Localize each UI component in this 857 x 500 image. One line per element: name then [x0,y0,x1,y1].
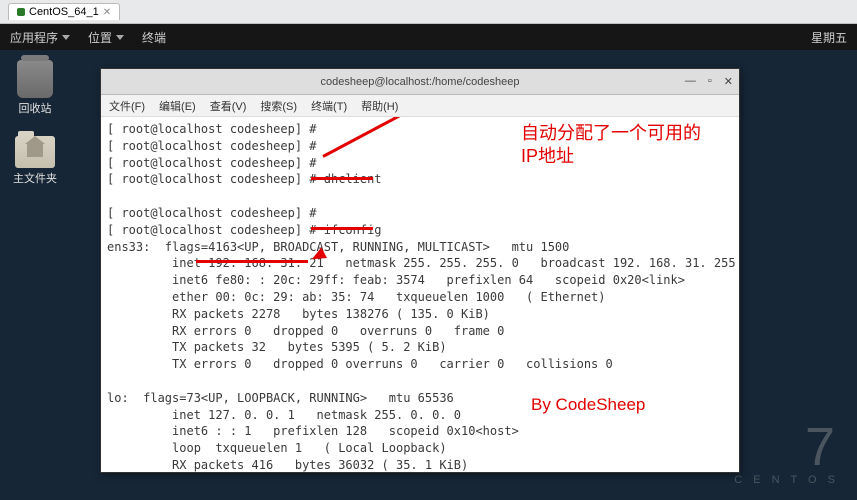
day-label: 星期五 [811,29,847,46]
window-controls: — ▫ ✕ [685,75,733,88]
chevron-down-icon [62,35,70,40]
vmware-tab-bar: CentOS_64_1 ✕ [0,0,857,24]
terminal-label: 终端 [142,29,166,46]
trash-icon [17,60,53,98]
home-icon [27,144,43,157]
menu-edit[interactable]: 编辑(E) [159,98,196,114]
annotation-byline: By CodeSheep [531,393,645,417]
watermark-7: 7 [734,420,839,474]
vm-tab-label: CentOS_64_1 [29,6,99,18]
underline-dhclient [311,177,373,180]
terminal-body[interactable]: [ root@localhost codesheep] # [ root@loc… [101,117,739,472]
home-folder-launcher[interactable]: 主文件夹 [10,136,60,186]
centos-watermark: 7 C E N T O S [734,420,839,486]
gnome-top-bar: 应用程序 位置 终端 星期五 [0,24,857,50]
underline-ip [196,260,308,263]
guest-desktop: 应用程序 位置 终端 星期五 回收站 主文件夹 7 C E N T O S [0,24,857,500]
vm-power-icon [17,8,25,16]
menu-search[interactable]: 搜索(S) [260,98,297,114]
clock-day[interactable]: 星期五 [811,29,847,46]
watermark-centos: C E N T O S [734,474,839,486]
menu-applications[interactable]: 应用程序 [10,29,70,46]
terminal-output: [ root@localhost codesheep] # [ root@loc… [107,122,736,472]
minimize-button[interactable]: — [685,75,696,88]
annotation-callout: 自动分配了一个可用的IP地址 [521,122,701,169]
underline-ifconfig [311,227,373,230]
terminal-titlebar[interactable]: codesheep@localhost:/home/codesheep — ▫ … [101,69,739,95]
maximize-button[interactable]: ▫ [708,75,712,88]
annotation-arrow-line [322,117,526,158]
chevron-down-icon [116,35,124,40]
menu-help[interactable]: 帮助(H) [361,98,398,114]
trash-icon-launcher[interactable]: 回收站 [10,60,60,116]
folder-icon [15,136,55,168]
terminal-window: codesheep@localhost:/home/codesheep — ▫ … [100,68,740,473]
menu-terminal[interactable]: 终端 [142,29,166,46]
tab-close-icon[interactable]: ✕ [103,7,111,18]
close-button[interactable]: ✕ [724,75,733,88]
home-label: 主文件夹 [13,170,57,186]
menu-places[interactable]: 位置 [88,29,124,46]
applications-label: 应用程序 [10,29,58,46]
menu-file[interactable]: 文件(F) [109,98,145,114]
vm-tab[interactable]: CentOS_64_1 ✕ [8,3,120,20]
trash-label: 回收站 [19,100,52,116]
menu-view[interactable]: 查看(V) [210,98,247,114]
terminal-title: codesheep@localhost:/home/codesheep [321,76,520,88]
terminal-menubar: 文件(F) 编辑(E) 查看(V) 搜索(S) 终端(T) 帮助(H) [101,95,739,117]
menu-terminal[interactable]: 终端(T) [311,98,347,114]
desktop-icons: 回收站 主文件夹 [10,60,60,186]
gnome-bar-left: 应用程序 位置 终端 [10,29,166,46]
places-label: 位置 [88,29,112,46]
